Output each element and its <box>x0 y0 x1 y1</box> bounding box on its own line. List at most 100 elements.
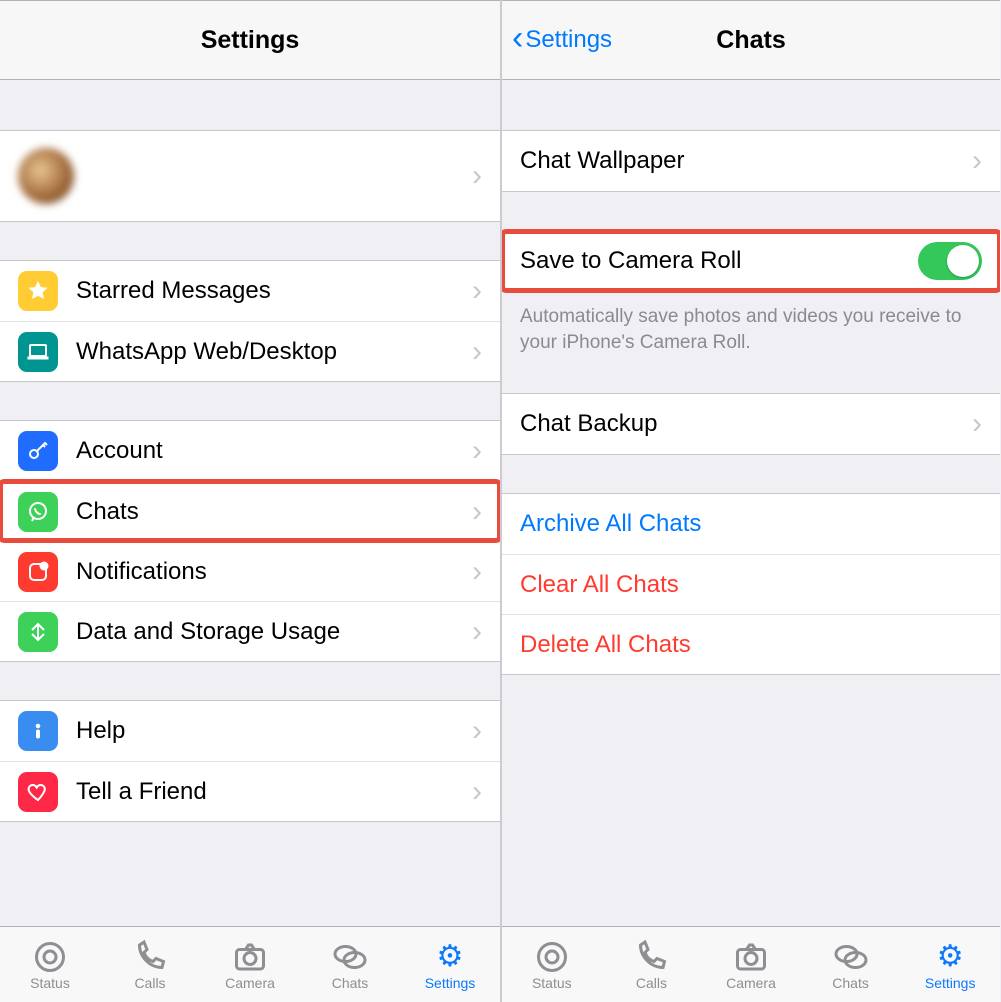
row-label: Chat Wallpaper <box>520 147 962 175</box>
chevron-right-icon: › <box>962 409 982 439</box>
camera-icon <box>733 939 769 975</box>
tab-label: Calls <box>134 975 165 991</box>
avatar <box>18 148 74 204</box>
group-save: Save to Camera Roll <box>502 230 1000 292</box>
navbar-left: Settings <box>0 0 500 80</box>
tab-label: Status <box>30 975 70 991</box>
tab-settings[interactable]: ⚙ Settings <box>400 939 500 991</box>
phone-icon <box>633 939 669 975</box>
tab-status[interactable]: Status <box>0 939 100 991</box>
row-label: Chats <box>76 498 462 526</box>
row-clear-all[interactable]: Clear All Chats <box>502 554 1000 614</box>
row-label: Notifications <box>76 558 462 586</box>
row-delete-all[interactable]: Delete All Chats <box>502 614 1000 674</box>
camera-icon <box>232 939 268 975</box>
chats-content: Chat Wallpaper › Save to Camera Roll Aut… <box>502 80 1000 926</box>
chats-icon <box>833 939 869 975</box>
heart-icon <box>18 772 58 812</box>
chats-icon <box>332 939 368 975</box>
gear-icon: ⚙ <box>432 939 468 975</box>
tab-bar: Status Calls Camera Chats ⚙ Settings <box>502 926 1000 1002</box>
row-save-camera-roll[interactable]: Save to Camera Roll <box>502 231 1000 291</box>
gear-icon: ⚙ <box>932 939 968 975</box>
whatsapp-icon <box>18 492 58 532</box>
group-profile: › <box>0 130 500 222</box>
row-chat-wallpaper[interactable]: Chat Wallpaper › <box>502 131 1000 191</box>
chevron-right-icon: › <box>462 161 482 191</box>
status-icon <box>534 939 570 975</box>
row-label: Data and Storage Usage <box>76 618 462 646</box>
tab-label: Camera <box>225 975 275 991</box>
row-label: Archive All Chats <box>520 510 982 538</box>
back-button[interactable]: ‹ Settings <box>512 25 612 55</box>
row-whatsapp-web[interactable]: WhatsApp Web/Desktop › <box>0 321 500 381</box>
chevron-right-icon: › <box>962 146 982 176</box>
tab-label: Calls <box>636 975 667 991</box>
status-icon <box>32 939 68 975</box>
navbar-right: ‹ Settings Chats <box>502 0 1000 80</box>
tab-label: Chats <box>332 975 369 991</box>
profile-row[interactable]: › <box>0 131 500 221</box>
chevron-right-icon: › <box>462 436 482 466</box>
laptop-icon <box>18 332 58 372</box>
row-archive-all[interactable]: Archive All Chats <box>502 494 1000 554</box>
group-help: Help › Tell a Friend › <box>0 700 500 822</box>
key-icon <box>18 431 58 471</box>
row-help[interactable]: Help › <box>0 701 500 761</box>
group-starred-web: Starred Messages › WhatsApp Web/Desktop … <box>0 260 500 382</box>
chevron-right-icon: › <box>462 617 482 647</box>
row-label: Chat Backup <box>520 410 962 438</box>
chevron-left-icon: ‹ <box>512 21 525 55</box>
tab-label: Camera <box>726 975 776 991</box>
save-note: Automatically save photos and videos you… <box>502 292 1000 355</box>
row-chats[interactable]: Chats › <box>0 481 500 541</box>
row-tell-a-friend[interactable]: Tell a Friend › <box>0 761 500 821</box>
row-label: WhatsApp Web/Desktop <box>76 338 462 366</box>
group-actions: Archive All Chats Clear All Chats Delete… <box>502 493 1000 675</box>
page-title: Settings <box>0 26 500 55</box>
row-label: Tell a Friend <box>76 778 462 806</box>
group-main-settings: Account › Chats › Notifications › <box>0 420 500 662</box>
tab-calls[interactable]: Calls <box>100 939 200 991</box>
row-notifications[interactable]: Notifications › <box>0 541 500 601</box>
tab-label: Status <box>532 975 572 991</box>
row-label: Clear All Chats <box>520 571 982 599</box>
notification-icon <box>18 552 58 592</box>
tab-camera[interactable]: Camera <box>200 939 300 991</box>
tab-settings[interactable]: ⚙ Settings <box>900 939 1000 991</box>
group-backup: Chat Backup › <box>502 393 1000 455</box>
tab-chats[interactable]: Chats <box>300 939 400 991</box>
back-label: Settings <box>525 26 612 54</box>
tab-label: Chats <box>832 975 869 991</box>
info-icon <box>18 711 58 751</box>
tab-camera[interactable]: Camera <box>701 939 801 991</box>
tab-calls[interactable]: Calls <box>602 939 702 991</box>
row-label: Save to Camera Roll <box>520 247 918 275</box>
chats-screen: ‹ Settings Chats Chat Wallpaper › Save t… <box>500 0 1000 1002</box>
tab-label: Settings <box>425 975 476 991</box>
row-chat-backup[interactable]: Chat Backup › <box>502 394 1000 454</box>
row-starred-messages[interactable]: Starred Messages › <box>0 261 500 321</box>
tab-bar: Status Calls Camera Chats ⚙ Settings <box>0 926 500 1002</box>
tab-status[interactable]: Status <box>502 939 602 991</box>
chevron-right-icon: › <box>462 777 482 807</box>
row-label: Delete All Chats <box>520 631 982 659</box>
row-label: Starred Messages <box>76 277 462 305</box>
settings-content: › Starred Messages › WhatsApp Web/Deskto… <box>0 80 500 926</box>
star-icon <box>18 271 58 311</box>
save-toggle[interactable] <box>918 242 982 280</box>
chevron-right-icon: › <box>462 497 482 527</box>
group-wallpaper: Chat Wallpaper › <box>502 130 1000 192</box>
tab-label: Settings <box>925 975 976 991</box>
data-usage-icon <box>18 612 58 652</box>
chevron-right-icon: › <box>462 276 482 306</box>
row-data-storage[interactable]: Data and Storage Usage › <box>0 601 500 661</box>
row-label: Help <box>76 717 462 745</box>
chevron-right-icon: › <box>462 337 482 367</box>
settings-screen: Settings › Starred Messages › <box>0 0 500 1002</box>
tab-chats[interactable]: Chats <box>801 939 901 991</box>
chevron-right-icon: › <box>462 557 482 587</box>
row-account[interactable]: Account › <box>0 421 500 481</box>
row-label: Account <box>76 437 462 465</box>
phone-icon <box>132 939 168 975</box>
